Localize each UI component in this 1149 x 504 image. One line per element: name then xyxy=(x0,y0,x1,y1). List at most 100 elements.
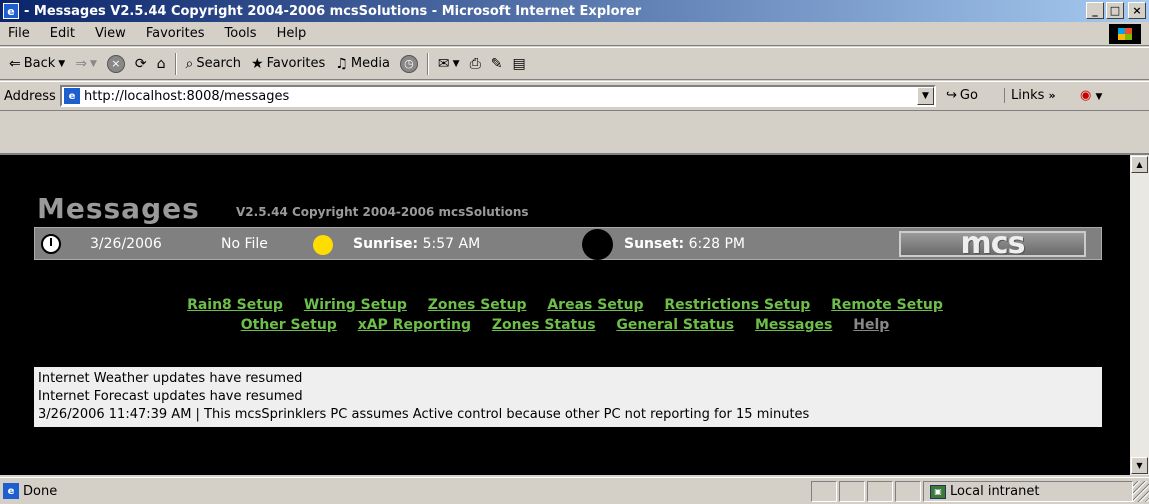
discuss-button[interactable]: ▤ xyxy=(508,51,531,77)
nav-link-restrictions-setup[interactable]: Restrictions Setup xyxy=(664,297,810,313)
go-label: Go xyxy=(959,88,978,103)
windows-logo-icon xyxy=(1109,24,1141,44)
intranet-icon: ▣ xyxy=(930,484,946,499)
favorites-label: Favorites xyxy=(266,56,326,71)
logo-text: mcs xyxy=(960,226,1026,261)
nav-link-zones-setup[interactable]: Zones Setup xyxy=(428,297,527,313)
stop-button[interactable]: × xyxy=(102,51,130,77)
nav-link-messages[interactable]: Messages xyxy=(755,317,832,333)
nav-link-wiring-setup[interactable]: Wiring Setup xyxy=(304,297,407,313)
ie-icon: e xyxy=(3,3,19,19)
close-button[interactable]: × xyxy=(1128,2,1146,19)
current-date: 3/26/2006 xyxy=(90,236,162,252)
mail-icon: ✉ xyxy=(437,55,450,72)
home-icon: ⌂ xyxy=(156,55,166,72)
toolbar-separator xyxy=(426,52,429,75)
menu-edit[interactable]: Edit xyxy=(40,26,85,41)
print-icon: ⎙ xyxy=(469,55,481,72)
nav-link-other-setup[interactable]: Other Setup xyxy=(241,317,337,333)
mcs-logo: mcs xyxy=(899,226,1086,261)
links-button[interactable]: Links » xyxy=(1004,88,1056,103)
message-line: 3/26/2006 11:47:39 AM | This mcsSprinkle… xyxy=(38,407,810,422)
forward-arrow-icon: ⇒ xyxy=(75,55,87,72)
page-done-icon: e xyxy=(3,483,19,499)
standard-toolbar: ⇐ Back ▼ ⇒ ▼ × ⟳ ⌂ ⌕ Search ★ Favorites … xyxy=(0,47,1149,80)
sunrise-time: 5:57 AM xyxy=(422,236,481,252)
status-panel xyxy=(839,481,865,502)
address-label: Address xyxy=(4,88,56,104)
info-banner: 3/26/2006 No File Sunrise: 5:57 AM Sunse… xyxy=(34,227,1102,260)
message-line: Internet Weather updates have resumed xyxy=(38,371,303,386)
go-arrow-icon: ↪ xyxy=(946,88,957,103)
resize-grip[interactable] xyxy=(1133,481,1149,502)
menu-help[interactable]: Help xyxy=(267,26,317,41)
vertical-scrollbar[interactable]: ▲ ▼ xyxy=(1130,155,1149,475)
chevron-down-icon[interactable]: ▼ xyxy=(58,59,65,69)
menu-favorites[interactable]: Favorites xyxy=(136,26,215,41)
home-button[interactable]: ⌂ xyxy=(152,51,171,77)
back-arrow-icon: ⇐ xyxy=(9,55,21,72)
forward-button[interactable]: ⇒ ▼ xyxy=(70,51,102,77)
sunrise-info: Sunrise: 5:57 AM xyxy=(353,236,480,252)
security-zone[interactable]: ▣ Local intranet xyxy=(923,481,1133,502)
search-button[interactable]: ⌕ Search xyxy=(181,51,247,77)
history-button[interactable]: ◷ xyxy=(395,51,423,77)
status-panel xyxy=(895,481,921,502)
message-line: Internet Forecast updates have resumed xyxy=(38,389,303,404)
sun-icon xyxy=(313,235,333,255)
back-button[interactable]: ⇐ Back ▼ xyxy=(4,51,70,77)
menu-view[interactable]: View xyxy=(85,26,136,41)
media-button[interactable]: ♫ Media xyxy=(330,51,395,77)
scroll-down-button[interactable]: ▼ xyxy=(1131,457,1148,474)
stop-icon: × xyxy=(106,54,125,73)
nav-link-remote-setup[interactable]: Remote Setup xyxy=(831,297,943,313)
address-url[interactable]: http://localhost:8008/messages xyxy=(84,89,289,104)
search-icon: ⌕ xyxy=(185,55,194,72)
print-button[interactable]: ⎙ xyxy=(465,51,486,77)
minimize-button[interactable]: _ xyxy=(1086,2,1104,19)
links-label: Links xyxy=(1011,88,1045,103)
page-version: V2.5.44 Copyright 2004-2006 mcsSolutions xyxy=(236,205,529,219)
scroll-up-button[interactable]: ▲ xyxy=(1131,156,1148,173)
history-icon: ◷ xyxy=(399,54,418,73)
sunset-label: Sunset: xyxy=(624,236,685,252)
page-content: Messages V2.5.44 Copyright 2004-2006 mcs… xyxy=(0,155,1130,475)
clock-icon xyxy=(41,234,61,254)
nav-link-xap-reporting[interactable]: xAP Reporting xyxy=(358,317,471,333)
address-input[interactable]: e http://localhost:8008/messages ▼ xyxy=(60,85,936,107)
toolbar-separator xyxy=(174,52,177,75)
address-bar: Address e http://localhost:8008/messages… xyxy=(0,81,1149,111)
favorites-button[interactable]: ★ Favorites xyxy=(246,51,330,77)
mail-button[interactable]: ✉ ▼ xyxy=(433,51,465,77)
edit-button[interactable]: ✎ xyxy=(486,51,508,77)
status-text: Done xyxy=(23,483,58,499)
chevron-down-icon[interactable]: ▼ xyxy=(90,59,97,69)
messages-log: Internet Weather updates have resumed In… xyxy=(34,367,1102,427)
file-status: No File xyxy=(221,236,268,252)
window-title: - Messages V2.5.44 Copyright 2004-2006 m… xyxy=(24,3,642,19)
go-button[interactable]: ↪ Go xyxy=(946,88,978,103)
nav-link-general-status[interactable]: General Status xyxy=(616,317,734,333)
moon-icon xyxy=(582,229,613,260)
media-label: Media xyxy=(350,56,390,71)
nav-link-areas-setup[interactable]: Areas Setup xyxy=(547,297,643,313)
nav-link-rain8-setup[interactable]: Rain8 Setup xyxy=(187,297,283,313)
toolbar-extension-icon[interactable]: ◉ ▼ xyxy=(1080,88,1102,103)
chevron-down-icon[interactable]: ▼ xyxy=(453,59,460,69)
status-bar: e Done ▣ Local intranet xyxy=(0,477,1149,504)
page-title: Messages xyxy=(37,192,200,225)
security-zone-label: Local intranet xyxy=(950,484,1040,499)
nav-link-zones-status[interactable]: Zones Status xyxy=(492,317,596,333)
status-panel xyxy=(867,481,893,502)
menu-file[interactable]: File xyxy=(0,26,40,41)
address-dropdown-button[interactable]: ▼ xyxy=(917,87,934,105)
menu-tools[interactable]: Tools xyxy=(215,26,267,41)
sunset-info: Sunset: 6:28 PM xyxy=(624,236,745,252)
nav-link-help[interactable]: Help xyxy=(853,317,889,333)
maximize-button[interactable]: □ xyxy=(1106,2,1124,19)
refresh-button[interactable]: ⟳ xyxy=(130,51,152,77)
back-label: Back xyxy=(23,56,56,71)
search-label: Search xyxy=(196,56,242,71)
window-title-bar[interactable]: e - Messages V2.5.44 Copyright 2004-2006… xyxy=(0,0,1149,22)
discuss-icon: ▤ xyxy=(512,55,526,72)
